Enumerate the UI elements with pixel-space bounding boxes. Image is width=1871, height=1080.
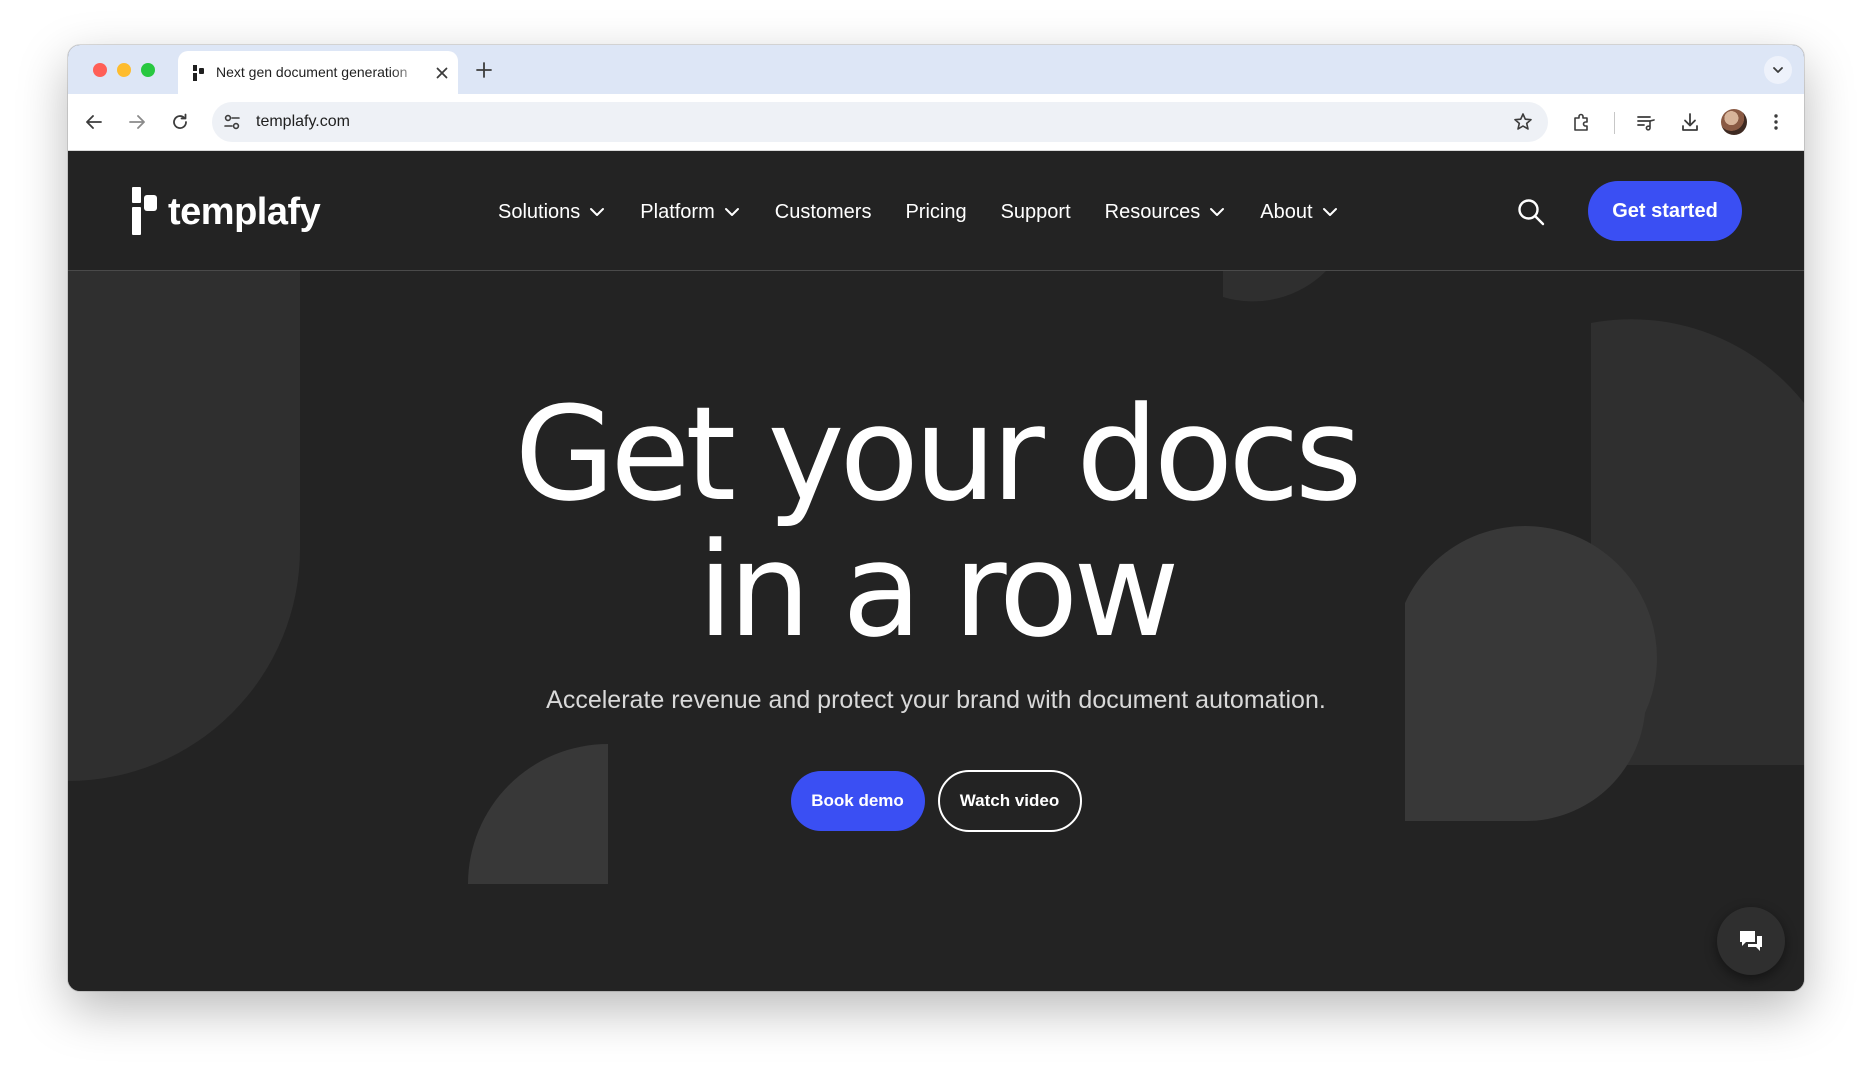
browser-menu-button[interactable] [1764, 110, 1788, 134]
star-icon[interactable] [1512, 111, 1534, 133]
chevron-down-icon [724, 208, 739, 216]
close-icon[interactable] [432, 63, 452, 83]
chevron-down-icon [590, 208, 605, 216]
minimize-window-button[interactable] [117, 63, 131, 77]
toolbar-divider [1614, 112, 1615, 134]
puzzle-icon [1574, 113, 1588, 131]
logo-wordmark: templafy [168, 190, 321, 233]
close-window-button[interactable] [93, 63, 107, 77]
chevron-down-icon [1210, 208, 1225, 216]
hero-title-line-1: Get your docs [514, 378, 1363, 530]
back-button[interactable] [82, 110, 106, 134]
hero-title: Get your docs in a row [68, 386, 1804, 658]
templafy-favicon-icon [193, 65, 204, 81]
watch-video-button[interactable]: Watch video [937, 770, 1082, 832]
reload-button[interactable] [168, 110, 192, 134]
browser-tab[interactable]: Next gen document generation [178, 51, 458, 94]
arrow-right-icon [129, 115, 145, 129]
book-demo-button[interactable]: Book demo [790, 771, 925, 831]
address-bar[interactable]: templafy.com [212, 102, 1548, 142]
nav-item-resources[interactable]: Resources [1105, 201, 1227, 224]
tab-title: Next gen document generation [216, 64, 408, 80]
chevron-down-icon [1322, 208, 1337, 216]
search-icon[interactable] [1515, 196, 1547, 228]
zoom-window-button[interactable] [141, 63, 155, 77]
avatar[interactable] [1721, 109, 1747, 135]
extensions-button[interactable] [1570, 110, 1594, 134]
templafy-logo[interactable]: templafy [130, 187, 321, 237]
kebab-menu-icon [1774, 114, 1778, 130]
nav-item-solutions[interactable]: Solutions [498, 201, 606, 224]
hero-cta-group: Book demo Watch video [68, 770, 1804, 832]
nav-item-support[interactable]: Support [1001, 201, 1071, 224]
plus-icon[interactable] [473, 59, 495, 81]
reading-list-button[interactable] [1634, 110, 1658, 134]
main-navigation: Solutions Platform Customers Pricing Sup… [498, 197, 1373, 227]
url-text[interactable]: templafy.com [256, 113, 350, 131]
templafy-logo-mark-icon [132, 187, 157, 235]
hero-section: Get your docs in a row Accelerate revenu… [68, 271, 1804, 991]
tab-search-button[interactable] [1764, 56, 1792, 84]
arrow-left-icon [86, 115, 102, 129]
nav-item-pricing[interactable]: Pricing [905, 201, 966, 224]
web-page: templafy Solutions Platform Customers Pr… [68, 151, 1804, 991]
reload-icon [173, 113, 187, 129]
hero-subtitle: Accelerate revenue and protect your bran… [546, 686, 1326, 714]
browser-window: Next gen document generation templafy.co… [68, 45, 1804, 991]
chat-icon [1740, 931, 1762, 951]
hero-title-line-2: in a row [697, 514, 1179, 666]
get-started-button[interactable]: Get started [1588, 181, 1742, 241]
tab-bar: Next gen document generation [68, 45, 1804, 94]
chevron-down-icon [1773, 67, 1783, 73]
nav-item-customers[interactable]: Customers [775, 201, 872, 224]
tune-icon[interactable] [222, 112, 242, 132]
reading-list-icon [1637, 116, 1655, 131]
forward-button[interactable] [125, 110, 149, 134]
download-icon [1682, 113, 1698, 131]
nav-item-about[interactable]: About [1260, 201, 1338, 224]
browser-toolbar: templafy.com [68, 94, 1804, 151]
nav-item-platform[interactable]: Platform [640, 201, 740, 224]
chat-widget-button[interactable] [1717, 907, 1785, 975]
downloads-button[interactable] [1678, 110, 1702, 134]
site-header: templafy Solutions Platform Customers Pr… [68, 151, 1804, 271]
